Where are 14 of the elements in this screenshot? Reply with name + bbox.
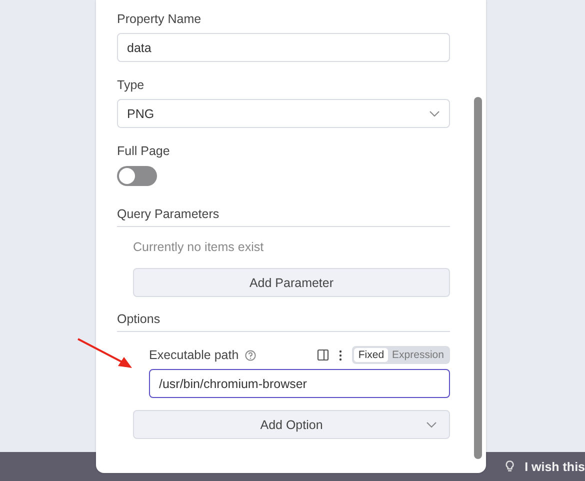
field-label: Type [117, 78, 146, 92]
add-option-button[interactable]: Add Option [133, 410, 450, 439]
field-label: Full Page [117, 144, 171, 158]
executable-path-field[interactable]: /usr/bin/chromium-browser [149, 369, 450, 398]
field-label: Property Name [117, 12, 202, 26]
empty-message: Currently no items exist [133, 240, 265, 254]
property-name-field[interactable]: data [117, 33, 450, 62]
feedback-text: I wish this [524, 460, 585, 474]
section-title: Options [117, 312, 162, 326]
add-parameter-button[interactable]: Add Parameter [133, 268, 450, 297]
mode-tab[interactable]: Fixed [354, 348, 388, 362]
type-select[interactable]: PNG [117, 99, 450, 128]
field-label: Executable path [149, 348, 239, 362]
section-title: Query Parameters [117, 207, 220, 221]
